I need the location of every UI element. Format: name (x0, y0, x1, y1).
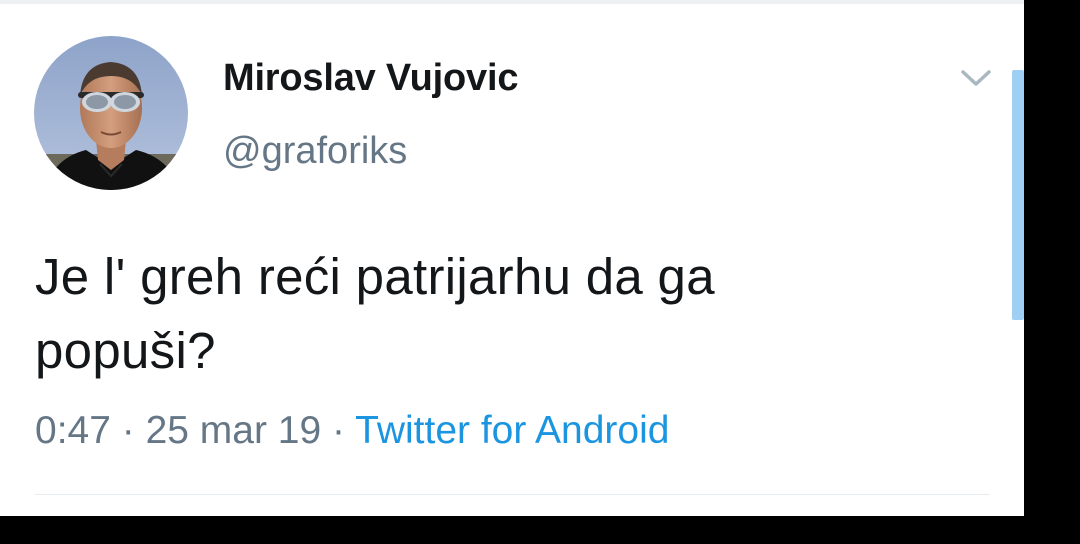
meta-separator: · (321, 409, 356, 452)
user-handle[interactable]: @graforiks (223, 130, 407, 173)
tweet-text-line: Je l' greh reći patrijarhu da ga (35, 248, 715, 305)
screenshot-frame: Miroslav Vujovic @graforiks Je l' greh r… (0, 0, 1080, 544)
tweet-text-line: popuši? (35, 322, 216, 379)
tweet-date[interactable]: 25 mar 19 (146, 409, 322, 452)
meta-separator: · (110, 409, 146, 452)
bottom-divider (35, 494, 990, 495)
avatar[interactable] (34, 36, 188, 190)
avatar-photo (34, 36, 188, 190)
tweet-time[interactable]: 0:47 (35, 409, 111, 452)
scrollbar[interactable] (1012, 70, 1024, 320)
tweet-source-link[interactable]: Twitter for Android (355, 409, 669, 452)
tweet-text: Je l' greh reći patrijarhu da ga popuši? (35, 240, 995, 388)
chevron-down-icon[interactable] (958, 64, 994, 92)
tweet-meta: 0:47 · 25 mar 19 · Twitter for Android (35, 409, 669, 453)
display-name[interactable]: Miroslav Vujovic (223, 57, 518, 100)
top-divider (0, 0, 1024, 4)
tweet-card: Miroslav Vujovic @graforiks Je l' greh r… (0, 0, 1024, 516)
